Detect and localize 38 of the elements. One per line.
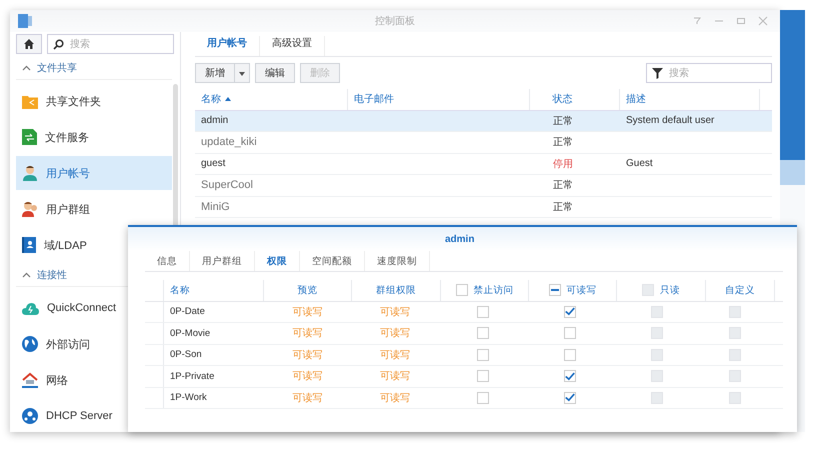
table-cell: System default user (626, 115, 714, 126)
column-header: 禁止访问 (474, 284, 514, 297)
table-cell: admin (201, 115, 228, 126)
table-cell: 正常 (553, 180, 573, 192)
table-cell: Guest (626, 158, 653, 170)
table-cell-text: 可读写 (292, 348, 322, 362)
section-header: 连接性 (37, 268, 67, 282)
table-cell: 0P-Date (170, 306, 205, 318)
table-cell: 1P-Private (170, 370, 214, 382)
table-cell: SuperCool (201, 179, 253, 192)
table-cell-text: 可读写 (292, 326, 322, 340)
dialog-title: admin (445, 234, 474, 244)
column-header: 预览 (298, 284, 318, 297)
table-cell: guest (201, 158, 226, 170)
table-cell-text: 可读写 (380, 370, 410, 384)
column-header: 群组权限 (376, 284, 416, 297)
table-cell: 0P-Movie (170, 328, 210, 339)
table-cell-text: 可读写 (380, 306, 410, 319)
table-cell-text: 可读写 (292, 370, 322, 384)
table-cell: update_kiki (201, 136, 257, 148)
table-cell: MiniG (201, 200, 230, 213)
table-cell-text: 可读写 (380, 348, 410, 362)
section-header: 文件共享 (37, 62, 77, 75)
column-header: 只读 (660, 284, 680, 297)
window-title: 控制面板 (375, 14, 415, 28)
table-cell-text: 可读写 (292, 392, 322, 405)
table-cell: 正常 (553, 202, 573, 213)
table-cell: 0P-Son (170, 349, 202, 360)
table-cell-text: 可读写 (380, 392, 410, 405)
column-header: 可读写 (566, 284, 596, 297)
column-header: 名称 (170, 284, 190, 297)
table-cell-text: 可读写 (380, 326, 410, 340)
table-cell: 停用 (553, 158, 573, 170)
table-cell: 正常 (553, 116, 573, 127)
table-cell-text: 可读写 (292, 306, 322, 319)
table-cell: 正常 (553, 137, 573, 148)
table-cell: 1P-Work (170, 392, 207, 404)
column-header: 自定义 (725, 284, 755, 297)
